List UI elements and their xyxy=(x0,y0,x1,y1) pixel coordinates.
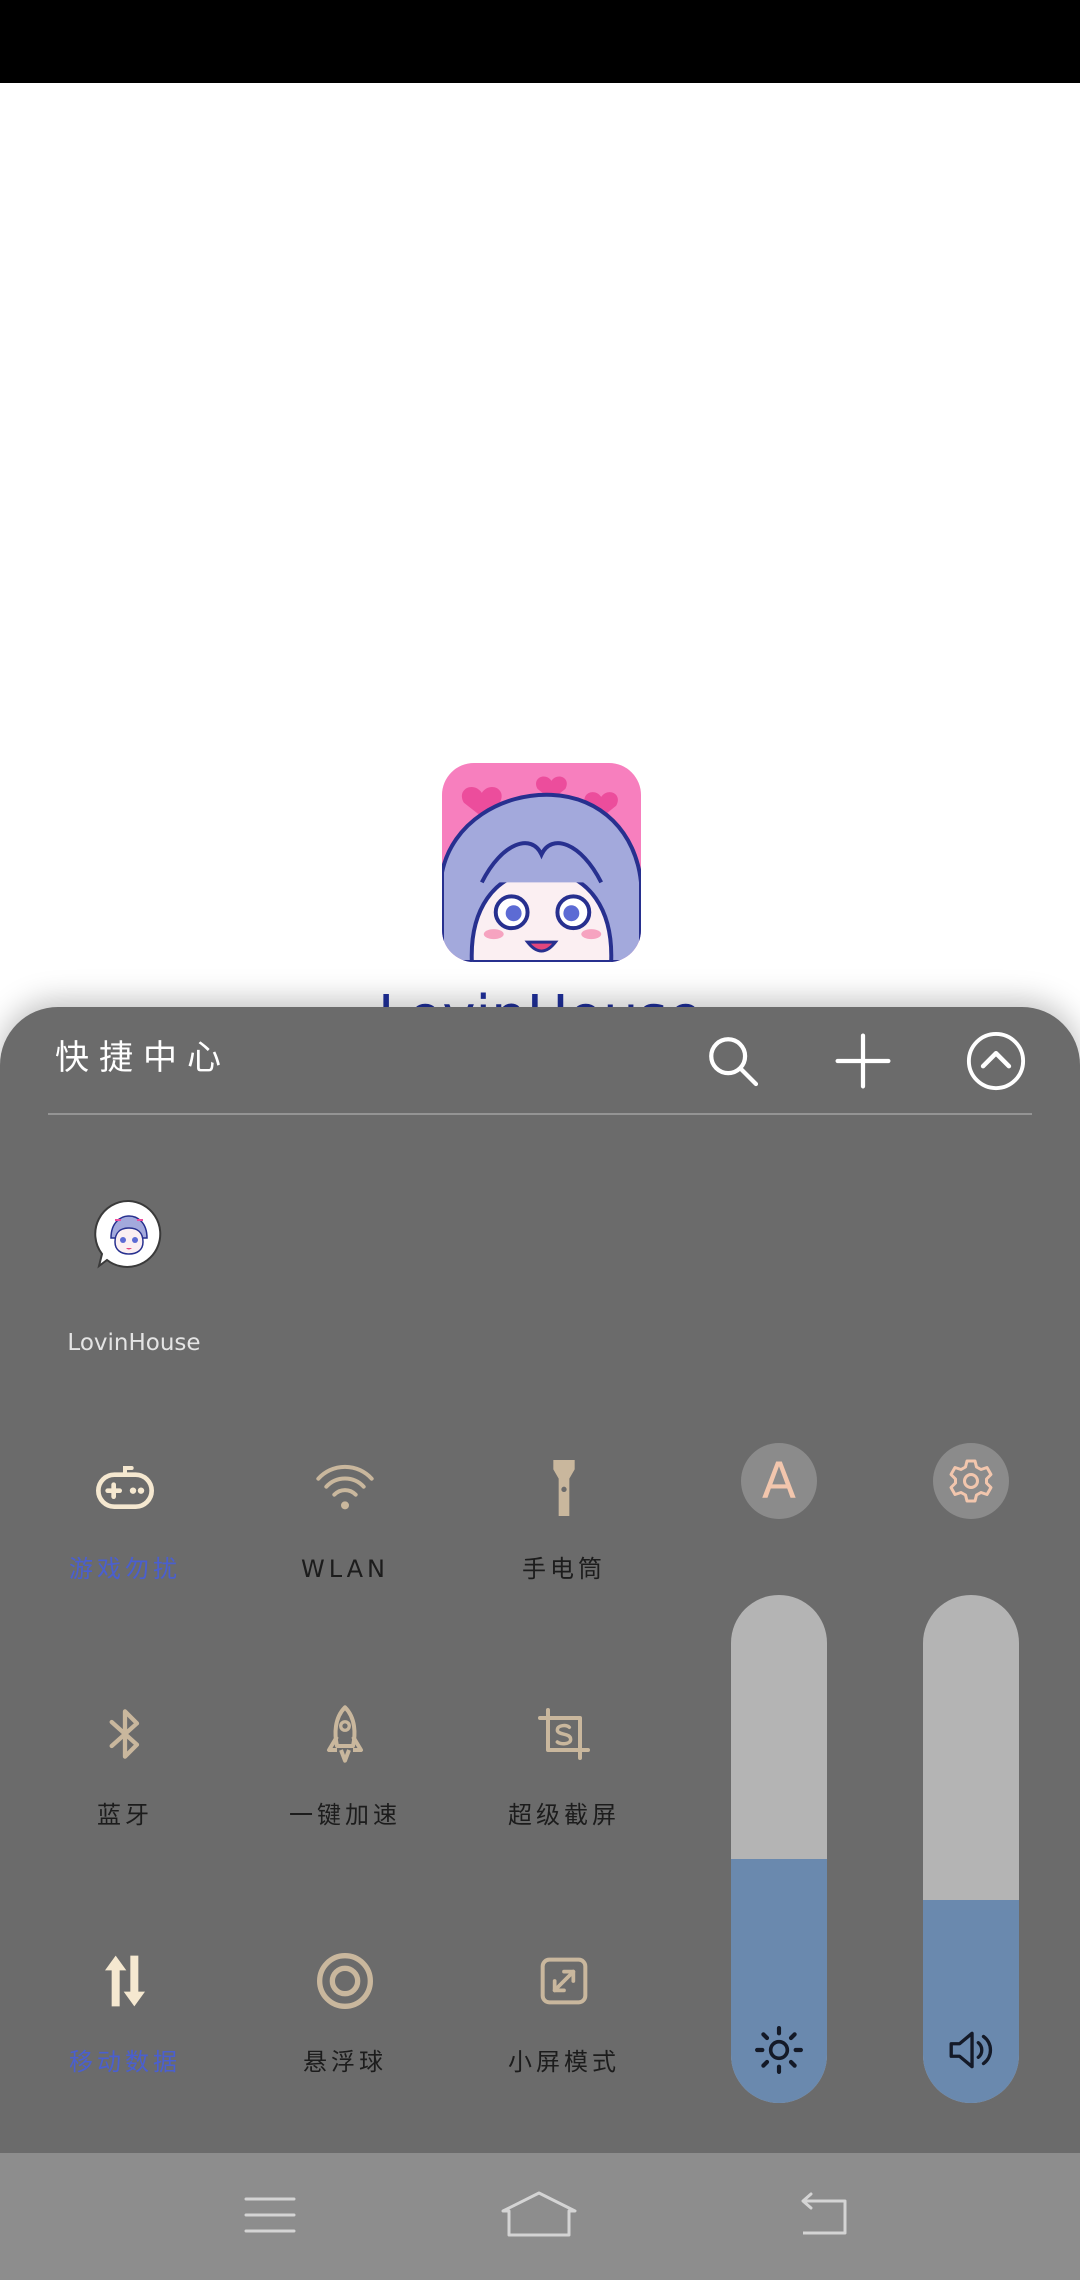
toggle-label: 超级截屏 xyxy=(508,1801,620,1829)
rocket-icon xyxy=(313,1702,377,1766)
volume-slider[interactable] xyxy=(923,1595,1019,2103)
toggle-small-screen[interactable]: 小屏模式 xyxy=(464,1949,664,2099)
collapse-button[interactable] xyxy=(964,1029,1028,1093)
bluetooth-icon xyxy=(93,1702,157,1766)
toggle-floating-ball[interactable]: 悬浮球 xyxy=(245,1949,445,2099)
plus-icon xyxy=(835,1033,891,1089)
toggle-game-mode[interactable]: 游戏勿扰 xyxy=(25,1456,225,1606)
recents-button[interactable] xyxy=(225,2180,315,2250)
toggle-wlan[interactable]: WLAN xyxy=(245,1456,445,1606)
shortcut-app-lovinhouse[interactable] xyxy=(93,1198,165,1270)
settings-button[interactable] xyxy=(933,1443,1009,1519)
toggle-label: 手电筒 xyxy=(522,1555,606,1583)
toggle-label: 蓝牙 xyxy=(97,1801,153,1829)
toggle-flashlight[interactable]: 手电筒 xyxy=(464,1456,664,1606)
toggle-super-screenshot[interactable]: 超级截屏 xyxy=(464,1702,664,1852)
toggle-label: WLAN xyxy=(300,1555,390,1583)
toggle-label: 悬浮球 xyxy=(303,2048,387,2076)
toggle-label: 移动数据 xyxy=(69,2048,181,2076)
wifi-icon xyxy=(313,1456,377,1520)
toggle-label: 一键加速 xyxy=(289,1801,401,1829)
speaker-icon xyxy=(946,2025,996,2075)
toggle-one-key-boost[interactable]: 一键加速 xyxy=(245,1702,445,1852)
gamepad-icon xyxy=(93,1456,157,1520)
add-button[interactable] xyxy=(831,1029,895,1093)
search-button[interactable] xyxy=(701,1029,765,1093)
panel-title: 快捷中心 xyxy=(55,1038,231,1078)
shortcut-app-label: LovinHouse xyxy=(67,1330,201,1356)
toggle-label: 游戏勿扰 xyxy=(69,1555,181,1583)
home-button[interactable] xyxy=(494,2180,584,2250)
auto-brightness-icon: A xyxy=(761,1452,797,1510)
super-screenshot-icon xyxy=(532,1702,596,1766)
lovinhouse-app-icon xyxy=(94,1199,162,1269)
header-divider xyxy=(48,1113,1032,1115)
auto-brightness-button[interactable]: A xyxy=(741,1443,817,1519)
lovinhouse-app-icon[interactable] xyxy=(442,763,641,962)
back-icon xyxy=(801,2192,847,2235)
toggle-mobile-data[interactable]: 移动数据 xyxy=(25,1949,225,2099)
gear-icon xyxy=(949,1459,993,1503)
home-icon xyxy=(501,2191,577,2237)
flashlight-icon xyxy=(532,1456,596,1520)
sun-icon xyxy=(754,2025,804,2075)
brightness-slider[interactable] xyxy=(731,1595,827,2103)
toggle-label: 小屏模式 xyxy=(508,2048,620,2076)
floating-ball-icon xyxy=(313,1949,377,2013)
search-icon xyxy=(709,1037,759,1087)
mobile-data-icon xyxy=(93,1949,157,2013)
chevron-up-circle-icon xyxy=(966,1031,1026,1091)
back-button[interactable] xyxy=(778,2180,868,2250)
small-screen-icon xyxy=(532,1949,596,2013)
menu-icon xyxy=(244,2197,296,2233)
status-bar xyxy=(0,0,1080,83)
toggle-bluetooth[interactable]: 蓝牙 xyxy=(25,1702,225,1852)
